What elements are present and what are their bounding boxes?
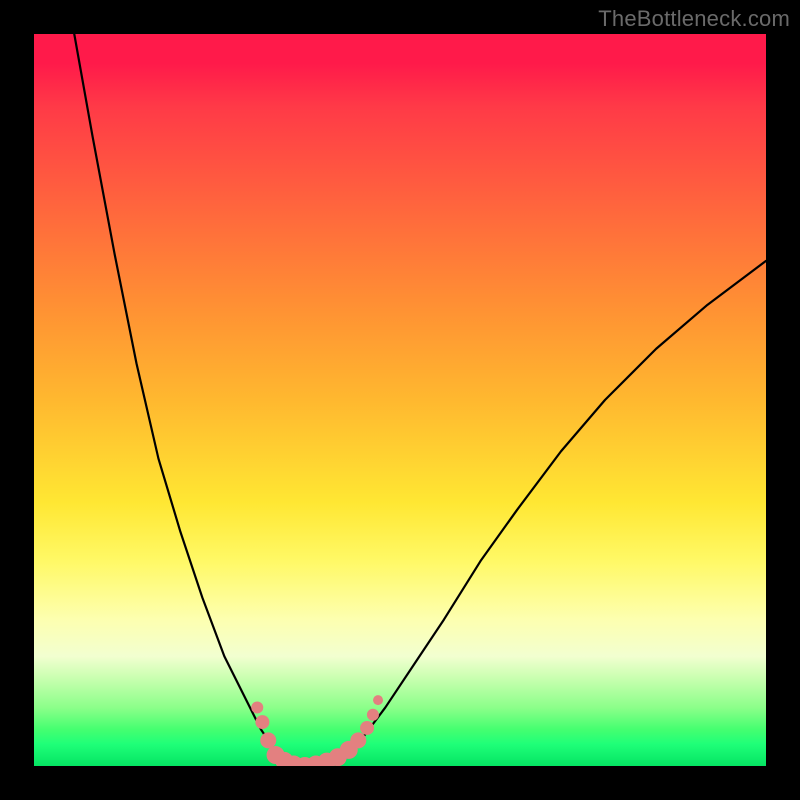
watermark-text: TheBottleneck.com bbox=[598, 6, 790, 32]
bottleneck-curve-path bbox=[74, 34, 766, 766]
marker-dot bbox=[260, 732, 276, 748]
marker-dot bbox=[251, 701, 263, 713]
marker-dot bbox=[360, 721, 374, 735]
marker-dot bbox=[350, 732, 366, 748]
chart-frame: TheBottleneck.com bbox=[0, 0, 800, 800]
marker-dot bbox=[255, 715, 269, 729]
bottleneck-curve-svg bbox=[34, 34, 766, 766]
marker-dot bbox=[367, 709, 379, 721]
marker-dot bbox=[373, 695, 383, 705]
plot-area bbox=[34, 34, 766, 766]
